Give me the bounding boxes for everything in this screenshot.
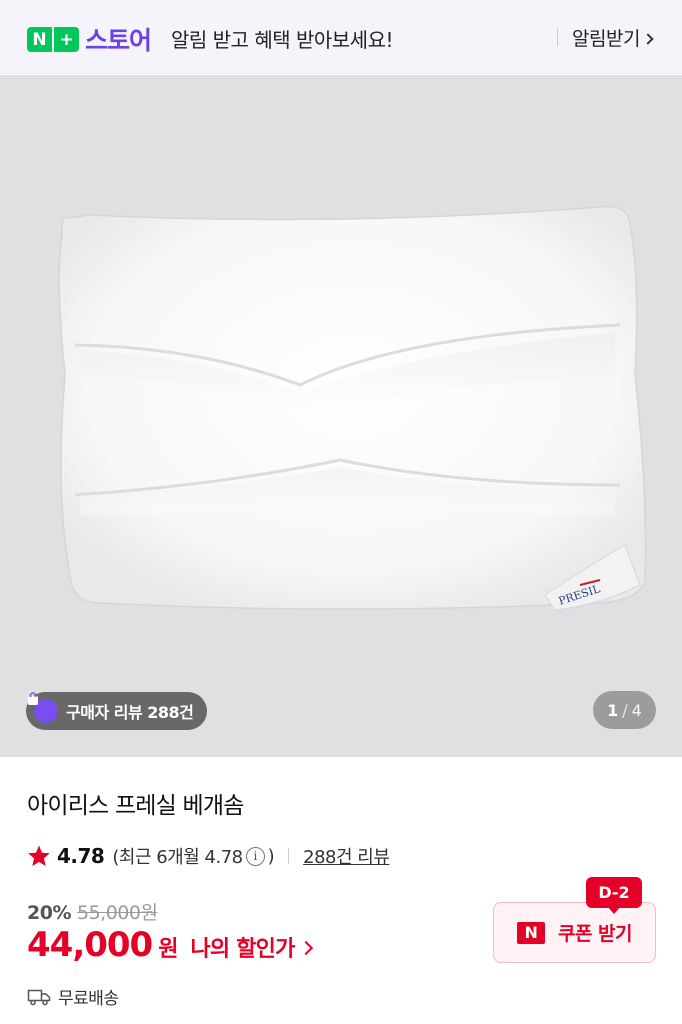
pillow-image: PRESIL bbox=[0, 75, 682, 757]
page-total: 4 bbox=[631, 700, 642, 720]
original-price: 55,000원 bbox=[76, 902, 158, 924]
naver-n-icon: N bbox=[27, 27, 52, 52]
naver-n-icon: N bbox=[516, 921, 545, 944]
discount-rate: 20% bbox=[27, 902, 71, 924]
recent-rating: (최근 6개월 4.78 bbox=[112, 847, 243, 868]
image-page-indicator: 1 / 4 bbox=[593, 691, 656, 729]
shipping-info: 무료배송 bbox=[27, 984, 119, 1009]
rating-row: 4.78 (최근 6개월 4.78 i ) 288건 리뷰 bbox=[27, 843, 390, 869]
chevron-right-icon bbox=[298, 940, 313, 956]
store-name: 스토어 bbox=[85, 26, 152, 55]
app-banner: N + 스토어 알림 받고 혜택 받아보세요! 알림받기 bbox=[0, 0, 682, 74]
banner-divider bbox=[557, 28, 558, 46]
price-row: 44,000 원 나의 할인가 bbox=[27, 925, 313, 965]
buyer-review-label: 구매자 리뷰 288건 bbox=[66, 703, 194, 722]
currency-label: 원 bbox=[158, 937, 179, 962]
coupon-button-label: 쿠폰 받기 bbox=[557, 923, 633, 945]
banner-message: 알림 받고 혜택 받아보세요! bbox=[171, 28, 394, 52]
my-discount-price-label: 나의 할인가 bbox=[190, 937, 295, 962]
recent-rating-close: ) bbox=[267, 845, 275, 867]
shopping-bag-icon bbox=[28, 692, 58, 723]
naver-plus-logo: N + bbox=[27, 27, 79, 52]
sale-price: 44,000 bbox=[27, 925, 153, 965]
product-title: 아이리스 프레실 베개솜 bbox=[27, 793, 244, 819]
page-current: 1 bbox=[607, 700, 619, 720]
notification-button-label: 알림받기 bbox=[572, 28, 640, 50]
coupon-button[interactable]: N 쿠폰 받기 bbox=[493, 902, 656, 963]
buyer-review-badge[interactable]: 구매자 리뷰 288건 bbox=[26, 692, 208, 730]
chevron-right-icon bbox=[642, 33, 654, 45]
star-icon bbox=[28, 845, 50, 866]
rating-divider bbox=[288, 848, 290, 864]
review-count-link[interactable]: 288건 리뷰 bbox=[303, 843, 390, 869]
product-image[interactable]: PRESIL 구매자 리뷰 288건 1 / 4 bbox=[0, 75, 682, 757]
info-icon[interactable]: i bbox=[245, 846, 265, 866]
plus-icon: + bbox=[54, 27, 79, 52]
notification-button[interactable]: 알림받기 bbox=[572, 24, 654, 51]
page-separator: / bbox=[622, 700, 628, 720]
shipping-label: 무료배송 bbox=[58, 989, 119, 1009]
my-discount-price-link[interactable]: 나의 할인가 bbox=[190, 931, 313, 963]
rating-value: 4.78 bbox=[57, 844, 105, 868]
dday-badge: D-2 bbox=[586, 877, 642, 914]
discount-row: 20% 55,000원 bbox=[27, 898, 158, 925]
truck-icon bbox=[27, 989, 51, 1005]
